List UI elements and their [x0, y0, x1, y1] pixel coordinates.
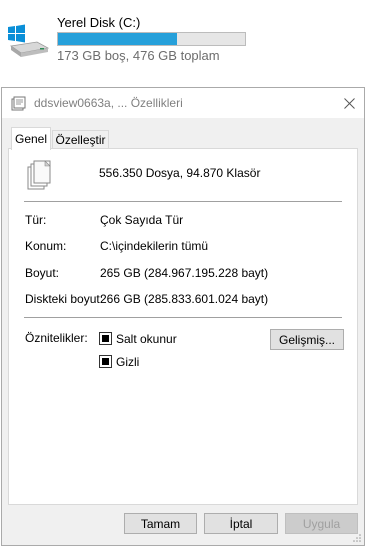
- resize-grip-icon[interactable]: [352, 533, 362, 543]
- hidden-checkbox[interactable]: [99, 355, 112, 368]
- ok-button[interactable]: Tamam: [124, 513, 197, 534]
- windows-drive-icon: [8, 24, 49, 57]
- drive-capacity-caption: 173 GB boş, 476 GB toplam: [57, 48, 220, 63]
- indeterminate-mark: [102, 358, 109, 365]
- attributes-label: Öznitelikler:: [25, 331, 88, 345]
- drive-usage-fill: [58, 33, 177, 45]
- indeterminate-mark: [102, 335, 109, 342]
- size-on-disk-value: 266 GB (285.833.601.024 bayt): [100, 292, 269, 306]
- readonly-checkbox[interactable]: [99, 332, 112, 345]
- size-on-disk-label: Diskteki boyut:: [25, 292, 104, 306]
- location-value: C:\içindekilerin tümü: [100, 239, 209, 253]
- general-tab-panel: 556.350 Dosya, 94.870 Klasör Tür: Çok Sa…: [8, 148, 358, 505]
- tab-genel[interactable]: Genel: [11, 127, 51, 150]
- apply-button[interactable]: Uygula: [285, 513, 358, 534]
- size-value: 265 GB (284.967.195.228 bayt): [100, 266, 269, 280]
- drive-name: Yerel Disk (C:): [57, 15, 141, 30]
- type-label: Tür:: [25, 213, 47, 227]
- properties-dialog: ddsview0663a, ... Özellikleri Genel Özel…: [1, 87, 365, 546]
- advanced-button[interactable]: Gelişmiş...: [270, 329, 344, 350]
- location-label: Konum:: [25, 239, 67, 253]
- divider: [24, 317, 342, 318]
- hidden-label[interactable]: Gizli: [116, 355, 139, 369]
- close-button[interactable]: [334, 88, 364, 118]
- tab-ozellestir[interactable]: Özelleştir: [52, 130, 109, 149]
- close-icon: [343, 97, 355, 109]
- divider: [24, 201, 342, 202]
- window-title: ddsview0663a, ... Özellikleri: [34, 96, 183, 110]
- multiple-files-icon: [27, 160, 51, 190]
- size-label: Boyut:: [25, 266, 60, 280]
- title-bar[interactable]: ddsview0663a, ... Özellikleri: [2, 88, 364, 118]
- drive-tile[interactable]: Yerel Disk (C:) 173 GB boş, 476 GB topla…: [0, 0, 365, 72]
- drive-usage-bar: [57, 32, 246, 46]
- readonly-label[interactable]: Salt okunur: [116, 332, 177, 346]
- type-value: Çok Sayıda Tür: [100, 213, 184, 227]
- selection-summary: 556.350 Dosya, 94.870 Klasör: [99, 166, 261, 180]
- properties-icon: [11, 96, 26, 111]
- cancel-button[interactable]: İptal: [204, 513, 278, 534]
